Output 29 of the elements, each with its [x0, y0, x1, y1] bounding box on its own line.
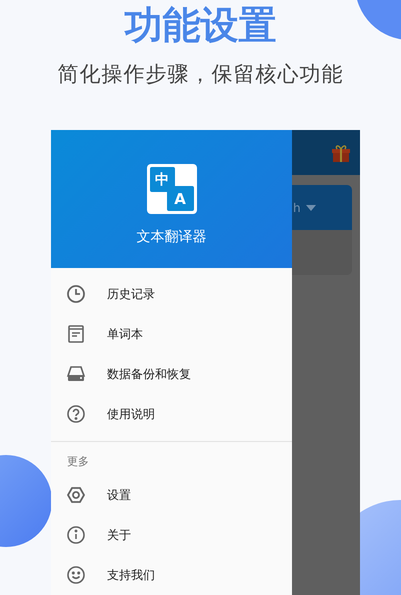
logo-latin-text: A — [166, 186, 194, 212]
clock-icon — [66, 284, 86, 304]
app-name: 文本翻译器 — [136, 228, 206, 246]
settings-icon — [66, 485, 86, 505]
smiley-icon — [66, 565, 86, 585]
item-label: 数据备份和恢复 — [107, 366, 191, 383]
item-label: 关于 — [107, 526, 131, 544]
drawer-item[interactable]: 历史记录 — [51, 274, 292, 314]
drawer-item[interactable]: 使用说明 — [51, 394, 292, 434]
item-label: 单词本 — [107, 326, 143, 343]
promo-title: 功能设置 — [124, 2, 276, 48]
item-label: 设置 — [107, 486, 131, 504]
promo-subtitle: 简化操作步骤，保留核心功能 — [58, 61, 344, 88]
info-icon — [66, 525, 86, 545]
dropdown-caret-icon — [306, 204, 316, 210]
logo-zh-text: 中 — [150, 167, 174, 192]
help-icon — [66, 404, 86, 424]
item-label: 使用说明 — [107, 406, 155, 423]
section-title: 更多 — [66, 454, 90, 470]
item-label: 支持我们 — [107, 566, 155, 584]
drawer-item[interactable]: 关于 — [51, 515, 292, 555]
drawer-item[interactable]: 设置 — [51, 475, 292, 515]
item-label: 历史记录 — [107, 286, 155, 303]
language-text: h — [293, 200, 301, 214]
drawer-item[interactable]: 支持我们 — [51, 555, 292, 595]
drawer-item[interactable]: 单词本 — [51, 314, 292, 354]
drawer-item[interactable]: 数据备份和恢复 — [51, 354, 292, 394]
notebook-icon — [66, 324, 86, 344]
gift-icon[interactable] — [331, 142, 351, 162]
